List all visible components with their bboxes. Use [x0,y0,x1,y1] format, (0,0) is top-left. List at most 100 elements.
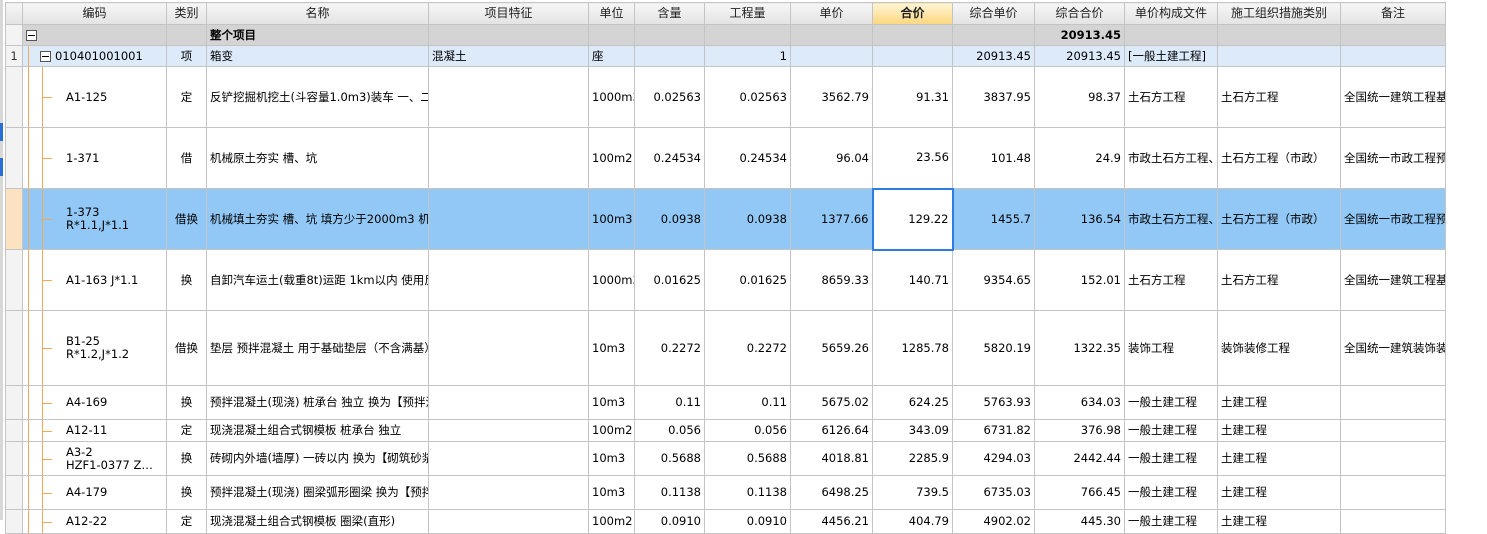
cell-name[interactable]: 现浇混凝土组合式钢模板 圈梁(直形) [206,509,429,534]
cell-category[interactable]: 借 [166,127,207,189]
unit-quantity[interactable]: 1 [704,45,791,67]
cell-feature[interactable] [428,385,589,420]
cell-note[interactable] [1340,419,1446,442]
project-row[interactable]: 整个项目 20913.45 [5,24,1446,46]
tree-cell[interactable]: 010401001001 [22,45,167,67]
column-header-8[interactable]: 单价 [790,2,873,25]
cell-name[interactable]: 现浇混凝土组合式钢模板 桩承台 独立 [206,419,429,442]
cell-measure[interactable]: 土石方工程 [1217,66,1341,128]
cell-note[interactable]: 全国统一市政工程预算定额河北省消耗量定额(2012) [1340,127,1446,189]
cell-category[interactable]: 借换 [166,310,207,386]
cell-price[interactable]: 4456.21 [790,509,873,534]
cell-feature[interactable] [428,310,589,386]
cell-sum[interactable]: 343.09 [872,419,953,442]
column-header-3[interactable]: 名称 [206,2,429,25]
cell-quantity[interactable]: 0.01625 [704,249,791,311]
cell-measure[interactable]: 装饰装修工程 [1217,310,1341,386]
column-header-7[interactable]: 工程量 [704,2,791,25]
table-row[interactable]: 1-373 R*1.1,J*1.1 借换 机械填土夯实 槽、坑 填方少于2000m3… [5,187,1446,251]
cell-unit[interactable]: 100m2 [588,509,635,534]
cell-price[interactable]: 8659.33 [790,249,873,311]
cell-price[interactable]: 6126.64 [790,419,873,442]
table-row[interactable]: A4-179换预拌混凝土(现浇) 圈梁弧形圈梁 换为【预拌混凝土 C30】 10m… [5,475,1446,510]
cell-comp-price[interactable]: 6731.82 [952,419,1035,442]
cell-code[interactable]: A4-169 [22,385,167,420]
cell-unit[interactable]: 10m3 [588,475,635,510]
cell-comp-sum[interactable]: 2442.44 [1034,441,1125,476]
column-header-4[interactable]: 项目特征 [428,2,589,25]
cell-comp-sum[interactable]: 136.54 [1034,188,1125,250]
cell-comp-price[interactable]: 3837.95 [952,66,1035,128]
cell-quantity[interactable]: 0.02563 [704,66,791,128]
cell-comp-sum[interactable]: 766.45 [1034,475,1125,510]
cell-comp-sum[interactable]: 634.03 [1034,385,1125,420]
cell-unit[interactable]: 100m2 [588,127,635,189]
cell-comp-sum[interactable]: 98.37 [1034,66,1125,128]
cell-unit[interactable]: 10m3 [588,310,635,386]
cell-unit[interactable]: 1000m3 [588,66,635,128]
cell-file[interactable]: 市政土石方工程、大型机械一次安拆及场外运输、拆除工程 [1124,188,1218,250]
unit-comp-price[interactable]: 20913.45 [952,45,1035,67]
cell-category[interactable]: 借换 [166,188,207,250]
cell-measure[interactable]: 土建工程 [1217,475,1341,510]
column-header-2[interactable]: 类别 [166,2,207,25]
unit-file[interactable]: [一般土建工程] [1124,45,1218,67]
cell-price[interactable]: 6498.25 [790,475,873,510]
column-header-0[interactable] [5,2,23,25]
cell-category[interactable]: 定 [166,509,207,534]
cell-code[interactable]: A12-22 [22,509,167,534]
cell-file[interactable]: 装饰工程 [1124,310,1218,386]
cell-file[interactable]: 土石方工程 [1124,249,1218,311]
cell-category[interactable]: 定 [166,66,207,128]
cell-comp-price[interactable]: 4902.02 [952,509,1035,534]
cell-unit[interactable]: 100m3 [588,188,635,250]
cell-sum[interactable]: 129.22 [871,187,954,251]
cell-file[interactable]: 土石方工程 [1124,66,1218,128]
table-row[interactable]: A12-11 定现浇混凝土组合式钢模板 桩承台 独立 100m2 0.056 0.056… [5,419,1446,442]
unit-unit[interactable]: 座 [588,45,635,67]
cell-name[interactable]: 预拌混凝土(现浇) 桩承台 独立 换为【预拌混凝土 C30】 [206,385,429,420]
cell-sum[interactable]: 1285.78 [872,310,953,386]
cell-content[interactable]: 0.11 [634,385,705,420]
cell-name[interactable]: 预拌混凝土(现浇) 圈梁弧形圈梁 换为【预拌混凝土 C30】 [206,475,429,510]
column-header-1[interactable]: 编码 [22,2,167,25]
cell-note[interactable]: 全国统一建筑装饰装修工程消耗量定额河北省消耗量定额(2012) [1340,310,1446,386]
cell-comp-sum[interactable]: 152.01 [1034,249,1125,311]
cell-feature[interactable] [428,509,589,534]
cell-quantity[interactable]: 0.056 [704,419,791,442]
cell-comp-sum[interactable]: 445.30 [1034,509,1125,534]
column-header-12[interactable]: 单价构成文件 [1124,2,1218,25]
cell-content[interactable]: 0.01625 [634,249,705,311]
cell-price[interactable]: 96.04 [790,127,873,189]
cell-content[interactable]: 0.5688 [634,441,705,476]
unit-price[interactable] [790,45,873,67]
cell-feature[interactable] [428,249,589,311]
cell-sum[interactable]: 140.71 [872,249,953,311]
cell-quantity[interactable]: 0.24534 [704,127,791,189]
table-row[interactable]: A4-169换预拌混凝土(现浇) 桩承台 独立 换为【预拌混凝土 C30】 10m… [5,385,1446,420]
cell-price[interactable]: 5659.26 [790,310,873,386]
cell-file[interactable]: 一般土建工程 [1124,385,1218,420]
cell-code[interactable]: A12-11 [22,419,167,442]
cell-comp-price[interactable]: 5763.93 [952,385,1035,420]
column-header-14[interactable]: 备注 [1340,2,1446,25]
cell-sum[interactable]: 23.56 [872,127,953,189]
table-row[interactable]: A12-22 定现浇混凝土组合式钢模板 圈梁(直形) 100m2 0.0910 0.09… [5,509,1446,534]
cell-content[interactable]: 0.02563 [634,66,705,128]
cell-content[interactable]: 0.24534 [634,127,705,189]
tree-cell[interactable] [22,24,167,46]
cell-note[interactable]: 全国统一建筑工程基础定额河北省消耗量定额（2012） [1340,66,1446,128]
cell-feature[interactable] [428,188,589,250]
cell-sum[interactable]: 739.5 [872,475,953,510]
cell-measure[interactable]: 土石方工程（市政） [1217,188,1341,250]
column-header-6[interactable]: 含量 [634,2,705,25]
unit-feature[interactable]: 混凝土 [428,45,589,67]
cell-content[interactable]: 0.1138 [634,475,705,510]
cell-file[interactable]: 市政土石方工程、大型机械一次安拆及场外运输、拆除工程 [1124,127,1218,189]
cell-measure[interactable]: 土建工程 [1217,441,1341,476]
table-row[interactable]: A1-125定反铲挖掘机挖土(斗容量1.0m3)装车 一、二类土1000m30.… [5,66,1446,128]
cell-sum[interactable]: 624.25 [872,385,953,420]
cell-name[interactable]: 垫层 预拌混凝土 用于基础垫层（不含满基） 机械*1.2,人工*1.2 [206,310,429,386]
table-row[interactable]: 1-371 借机械原土夯实 槽、坑 100m2 0.24534 0.24534 96.04… [5,127,1446,189]
unit-comp-sum[interactable]: 20913.45 [1034,45,1125,67]
